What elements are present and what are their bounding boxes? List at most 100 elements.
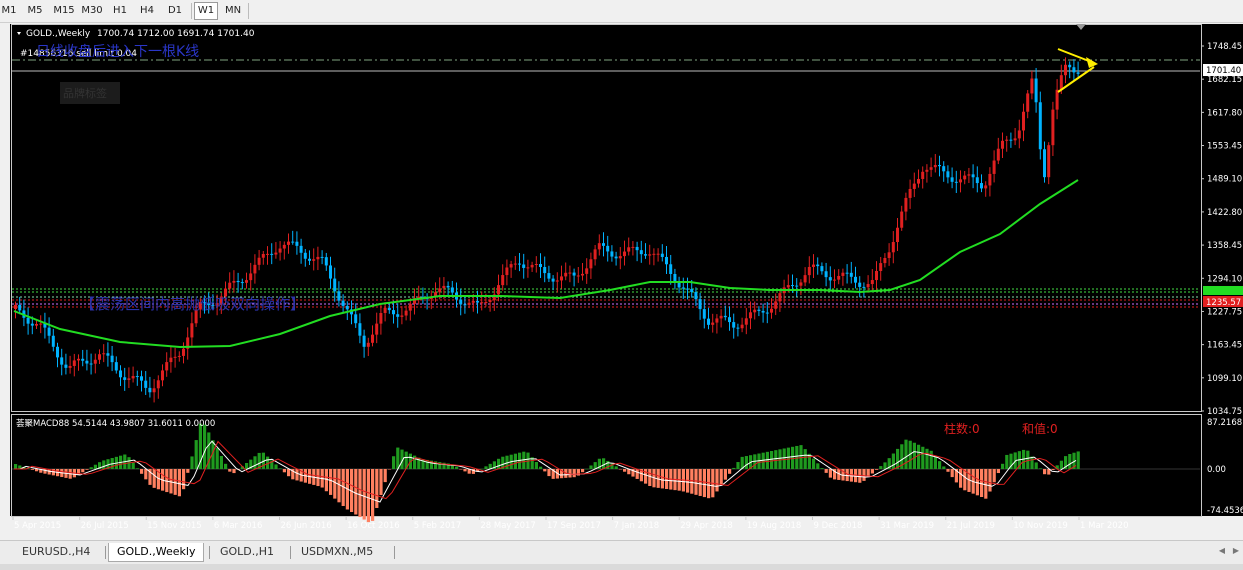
candle-body <box>1038 102 1042 150</box>
timeframe-h1-button[interactable]: H1 <box>110 3 130 19</box>
timeframe-toolbar: M1 M5 M15 M30 H1 H4 D1 W1 MN <box>0 0 1243 23</box>
macd-histogram-bar <box>917 444 921 469</box>
timeframe-d1-button[interactable]: D1 <box>165 3 185 19</box>
macd-histogram-bar <box>618 469 622 470</box>
candle-body <box>959 179 962 183</box>
timeframe-mn-button[interactable]: MN <box>222 3 244 19</box>
candle-body <box>337 291 341 301</box>
timeframe-w1-button[interactable]: W1 <box>194 2 218 20</box>
timeframe-h4-button[interactable]: H4 <box>137 3 157 19</box>
macd-histogram-bar <box>736 462 740 469</box>
candle-body <box>589 259 593 269</box>
candle-body <box>257 257 261 265</box>
candle-body <box>140 376 143 381</box>
candle-body <box>1072 67 1076 73</box>
date-axis-label: 9 Dec 2018 <box>814 521 863 531</box>
candle-body <box>631 246 635 248</box>
tab-scroll-right-icon[interactable]: ▶ <box>1230 544 1242 557</box>
candle-body <box>719 315 723 319</box>
date-axis-label: 6 Mar 2016 <box>214 521 262 531</box>
candle-body <box>1076 72 1080 74</box>
macd-histogram-bar <box>984 469 988 499</box>
candle-body <box>47 327 51 336</box>
toolbar-separator <box>191 3 192 19</box>
macd-histogram-bar <box>182 469 186 490</box>
candle-body <box>1017 130 1021 139</box>
candle-body <box>749 312 752 319</box>
candle-body <box>26 317 30 324</box>
price-axis-label: 1099.10 <box>1207 374 1242 384</box>
candle-body <box>891 242 895 253</box>
macd-histogram-bar <box>497 458 501 469</box>
candle-body <box>795 285 799 287</box>
candle-body <box>114 362 118 371</box>
green-level-tag <box>1203 286 1243 295</box>
tab-gold-h1[interactable]: GOLD.,H1 <box>212 543 282 561</box>
candle-body <box>345 305 349 310</box>
candle-body <box>644 254 647 256</box>
timeframe-m30-button[interactable]: M30 <box>80 3 104 19</box>
macd-histogram-bar <box>459 469 463 470</box>
macd-histogram-bar <box>996 469 1000 474</box>
candle-body <box>963 175 967 180</box>
candle-body <box>119 370 122 378</box>
candle-body <box>303 252 307 259</box>
macd-histogram-bar <box>791 446 795 469</box>
candle-body <box>967 174 971 176</box>
candle-body <box>261 254 265 258</box>
macd-histogram-bar <box>782 448 786 469</box>
macd-histogram-bar <box>904 439 908 469</box>
candle-body <box>81 358 85 361</box>
candle-body <box>875 271 878 281</box>
candle-body <box>274 252 278 255</box>
candle-body <box>761 310 765 313</box>
tab-eurusd-h4[interactable]: EURUSD.,H4 <box>14 543 98 561</box>
macd-histogram-bar <box>169 469 173 494</box>
tab-scroll-left-icon[interactable]: ◀ <box>1216 544 1228 557</box>
candle-body <box>295 241 299 246</box>
macd-histogram-bar <box>274 464 278 469</box>
candle-body <box>64 364 68 368</box>
timeframe-m15-button[interactable]: M15 <box>52 3 76 19</box>
timeframe-m1-button[interactable]: M1 <box>0 3 18 19</box>
candle-body <box>707 318 710 325</box>
candle-body <box>270 253 274 255</box>
tab-usdmxn-m5[interactable]: USDMXN.,M5 <box>293 543 381 561</box>
macd-histogram-bar <box>93 464 97 469</box>
timeframe-m5-button[interactable]: M5 <box>24 3 46 19</box>
macd-histogram-bar <box>572 469 576 478</box>
candle-body <box>635 246 639 251</box>
macd-histogram-bar <box>173 469 177 495</box>
candle-body <box>1055 89 1059 110</box>
candle-body <box>404 310 408 316</box>
candle-body <box>60 357 64 365</box>
candle-body <box>812 264 815 267</box>
chart-window[interactable]: GOLD.,Weekly 1700.74 1712.00 1691.74 170… <box>0 24 1243 540</box>
candle-body <box>543 267 547 274</box>
candle-body <box>299 245 303 253</box>
macd-histogram-bar <box>774 450 778 469</box>
candle-body <box>828 277 832 281</box>
candle-body <box>623 251 626 257</box>
tabs-scrollbar[interactable] <box>0 564 1243 570</box>
candle-body <box>786 285 790 288</box>
macd-histogram-bar <box>891 453 895 469</box>
candle-body <box>837 275 841 280</box>
candle-body <box>266 253 269 255</box>
candle-body <box>14 304 17 309</box>
macd-histogram-bar <box>1001 463 1005 469</box>
candle-body <box>757 309 761 311</box>
candle-body <box>736 327 740 329</box>
macd-histogram-bar <box>585 468 589 470</box>
macd-histogram-bar <box>715 469 719 492</box>
macd-histogram-bar <box>245 463 249 469</box>
candle-body <box>564 272 568 277</box>
tab-gold-weekly[interactable]: GOLD.,Weekly <box>108 543 205 562</box>
candle-body <box>1043 149 1046 178</box>
candle-body <box>740 324 744 329</box>
macd-histogram-bar <box>144 469 148 480</box>
candle-body <box>980 183 983 189</box>
candle-body <box>833 279 836 281</box>
candle-body <box>56 346 59 358</box>
macd-histogram-bar <box>921 446 925 469</box>
